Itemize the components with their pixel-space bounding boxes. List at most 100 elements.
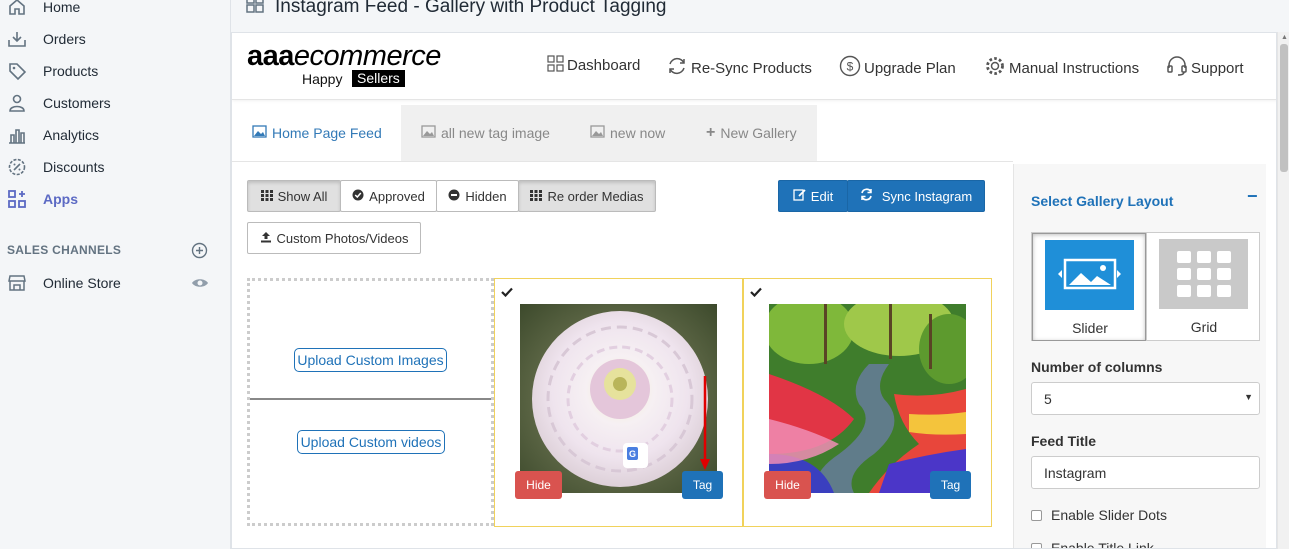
layout-option-slider[interactable]: Slider xyxy=(1032,233,1146,341)
sidebar-item-discounts[interactable]: Discounts xyxy=(0,151,231,183)
collapse-button[interactable]: − xyxy=(1247,186,1258,207)
media-card: G Hide Tag xyxy=(494,278,743,527)
sidebar-item-label: Home xyxy=(43,0,81,15)
feed-title-label: Feed Title xyxy=(1031,433,1097,449)
sidebar-item-apps[interactable]: Apps xyxy=(0,183,231,215)
nav-resync-products[interactable]: Re-Sync Products xyxy=(666,55,812,81)
custom-photos-videos-button[interactable]: Custom Photos/Videos xyxy=(247,222,421,254)
scrollbar-thumb[interactable] xyxy=(1280,44,1288,172)
sidebar-item-customers[interactable]: Customers xyxy=(0,87,231,119)
dollar-icon: $ xyxy=(839,55,861,81)
reorder-medias-button[interactable]: Re order Medias xyxy=(518,180,656,212)
nav-support-label: Support xyxy=(1191,59,1244,77)
upload-divider xyxy=(250,398,491,400)
sync-instagram-button[interactable]: Sync Instagram xyxy=(847,180,985,212)
edit-label: Edit xyxy=(810,188,834,204)
sidebar-item-label: Products xyxy=(43,63,99,79)
approved-button[interactable]: Approved xyxy=(340,180,437,212)
tab-home-page-feed[interactable]: Home Page Feed xyxy=(232,105,401,161)
logo-tagline-1: Happy xyxy=(302,71,343,87)
nav-manual-instructions[interactable]: Manual Instructions xyxy=(984,55,1139,81)
layout-selector: Slider Grid xyxy=(1031,232,1260,341)
layout-label: Slider xyxy=(1072,320,1108,336)
orders-icon xyxy=(7,29,27,49)
nav-dashboard[interactable]: Dashboard xyxy=(547,55,640,76)
sidebar-item-label: Customers xyxy=(43,95,111,111)
sidebar-item-label: Apps xyxy=(43,191,78,207)
image-icon xyxy=(252,125,267,141)
grid-icon xyxy=(530,189,543,204)
columns-label: Number of columns xyxy=(1031,359,1163,375)
sidebar-item-orders[interactable]: Orders xyxy=(0,23,231,55)
sidebar-item-analytics[interactable]: Analytics xyxy=(0,119,231,151)
upload-icon xyxy=(260,231,272,246)
add-channel-icon[interactable] xyxy=(191,242,208,264)
page-scrollbar[interactable]: ▲ xyxy=(1277,32,1289,549)
layout-option-grid[interactable]: Grid xyxy=(1146,233,1260,341)
checkbox-icon xyxy=(1031,509,1042,521)
edit-button[interactable]: Edit xyxy=(778,180,848,212)
eye-icon[interactable] xyxy=(191,275,209,296)
layout-label: Grid xyxy=(1190,319,1218,335)
hidden-button[interactable]: Hidden xyxy=(436,180,519,212)
checkbox-label: Enable Title Link xyxy=(1051,540,1154,549)
logo-tagline-2: Sellers xyxy=(352,70,405,87)
tag-button[interactable]: Tag xyxy=(682,471,723,499)
page-title-text: Instagram Feed - Gallery with Product Ta… xyxy=(275,0,667,17)
gear-icon xyxy=(984,55,1006,81)
image-icon xyxy=(421,125,436,141)
tab-all-new-tag-image[interactable]: all new tag image xyxy=(401,105,571,161)
slider-layout-icon xyxy=(1045,240,1134,315)
logo-brand-italic: ecommerce xyxy=(293,40,442,72)
image-icon xyxy=(590,125,605,141)
show-all-button[interactable]: Show All xyxy=(247,180,341,212)
tab-label: new now xyxy=(610,125,666,141)
show-all-label: Show All xyxy=(277,188,328,204)
sidebar-item-products[interactable]: Products xyxy=(0,55,231,87)
main-area: Instagram Feed - Gallery with Product Ta… xyxy=(231,0,1289,549)
enable-slider-dots-checkbox[interactable]: Enable Slider Dots xyxy=(1031,507,1167,523)
apps-icon xyxy=(7,189,27,209)
sidebar-item-label: Analytics xyxy=(43,127,100,143)
tab-new-now[interactable]: new now xyxy=(571,105,685,161)
hide-button[interactable]: Hide xyxy=(515,471,562,499)
upload-custom-videos-button[interactable]: Upload Custom videos xyxy=(297,430,445,454)
tab-label: Home Page Feed xyxy=(272,125,382,141)
upload-custom-images-button[interactable]: Upload Custom Images xyxy=(294,348,447,372)
dashboard-icon xyxy=(547,55,564,76)
columns-select[interactable]: 5 ▼ xyxy=(1031,382,1260,415)
svg-text:$: $ xyxy=(847,60,854,74)
store-icon xyxy=(7,273,27,293)
custom-upload-box: Upload Custom Images Upload Custom video… xyxy=(247,278,494,526)
checkbox-label: Enable Slider Dots xyxy=(1051,507,1167,523)
check-icon[interactable] xyxy=(750,284,762,302)
nav-upgrade-plan[interactable]: $ Upgrade Plan xyxy=(839,55,956,81)
checkbox-icon xyxy=(1031,542,1042,548)
app-grid-icon xyxy=(245,0,265,20)
tulip-garden-image[interactable] xyxy=(769,304,966,493)
tab-new-gallery[interactable]: + New Gallery xyxy=(685,105,817,161)
hide-button[interactable]: Hide xyxy=(764,471,811,499)
hidden-label: Hidden xyxy=(465,188,507,204)
sync-icon xyxy=(666,55,688,81)
refresh-icon xyxy=(860,188,873,204)
bar-chart-icon xyxy=(7,125,27,145)
tab-label: New Gallery xyxy=(720,125,797,141)
enable-title-link-checkbox[interactable]: Enable Title Link xyxy=(1031,540,1154,549)
headset-icon xyxy=(1166,55,1188,81)
check-icon[interactable] xyxy=(501,284,513,302)
grid-icon xyxy=(260,189,273,204)
tag-button[interactable]: Tag xyxy=(930,471,971,499)
dahlia-flower-image[interactable]: G xyxy=(520,304,717,493)
app-frame: aaaecommerce Happy Sellers Dashboard Re-… xyxy=(231,32,1277,549)
person-icon xyxy=(7,93,27,113)
tag-icon xyxy=(7,61,27,81)
sidebar-item-home[interactable]: Home xyxy=(0,0,231,23)
nav-support[interactable]: Support xyxy=(1166,55,1244,81)
sales-channels-heading: SALES CHANNELS xyxy=(7,243,122,257)
admin-sidebar: Home Orders Products Customers Analytics… xyxy=(0,0,231,549)
panel-title: Select Gallery Layout xyxy=(1031,193,1174,209)
feed-title-input[interactable]: Instagram xyxy=(1031,456,1260,489)
grid-layout-icon xyxy=(1159,239,1248,314)
minus-circle-icon xyxy=(448,189,460,204)
